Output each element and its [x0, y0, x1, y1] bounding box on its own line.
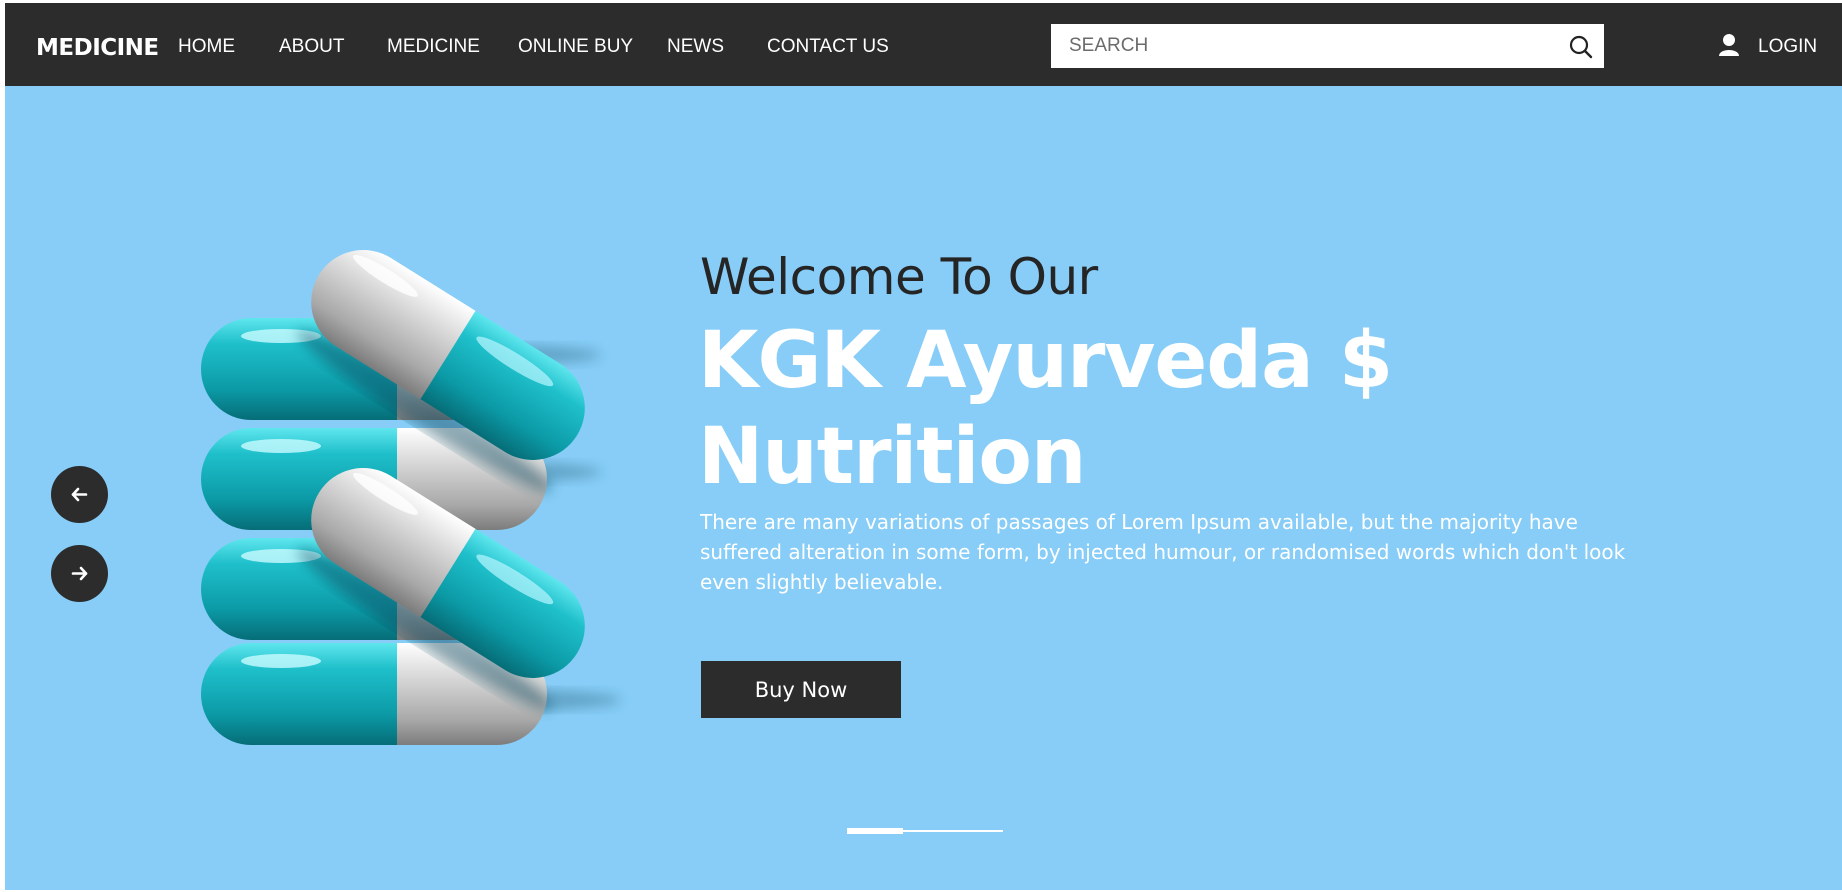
nav-online-buy[interactable]: ONLINE BUY — [518, 36, 633, 58]
arrow-left-icon — [71, 487, 88, 502]
carousel-next-button[interactable] — [51, 545, 108, 602]
nav-contact-us[interactable]: CONTACT US — [767, 36, 889, 58]
user-icon — [1718, 33, 1740, 57]
hero-headline-line1: KGK Ayurveda $ — [698, 316, 1393, 406]
carousel-indicator-2[interactable] — [903, 830, 953, 832]
nav-home[interactable]: HOME — [178, 36, 235, 58]
hero-description: There are many variations of passages of… — [700, 510, 1626, 594]
top-navbar: MEDICINE HOME ABOUT MEDICINE ONLINE BUY … — [5, 3, 1842, 86]
carousel-indicator-1[interactable] — [847, 828, 903, 834]
search-bar — [1051, 24, 1604, 68]
carousel-prev-button[interactable] — [51, 466, 108, 523]
nav-about[interactable]: ABOUT — [279, 36, 344, 58]
buy-now-button[interactable]: Buy Now — [701, 661, 901, 718]
search-input[interactable] — [1051, 24, 1587, 68]
site-logo[interactable]: MEDICINE — [36, 35, 159, 61]
search-icon[interactable] — [1566, 32, 1596, 62]
carousel-indicator-3[interactable] — [953, 830, 1003, 832]
capsules-illustration — [201, 250, 621, 745]
page-frame: MEDICINE HOME ABOUT MEDICINE ONLINE BUY … — [5, 3, 1842, 890]
hero-welcome-text: Welcome To Our — [700, 248, 1098, 306]
hero-headline-line2: Nutrition — [698, 412, 1086, 502]
nav-medicine[interactable]: MEDICINE — [387, 36, 480, 58]
login-label: LOGIN — [1758, 36, 1818, 57]
hero-headline: KGK Ayurveda $ Nutrition — [698, 313, 1598, 505]
nav-news[interactable]: NEWS — [667, 36, 724, 58]
arrow-right-icon — [71, 566, 88, 581]
